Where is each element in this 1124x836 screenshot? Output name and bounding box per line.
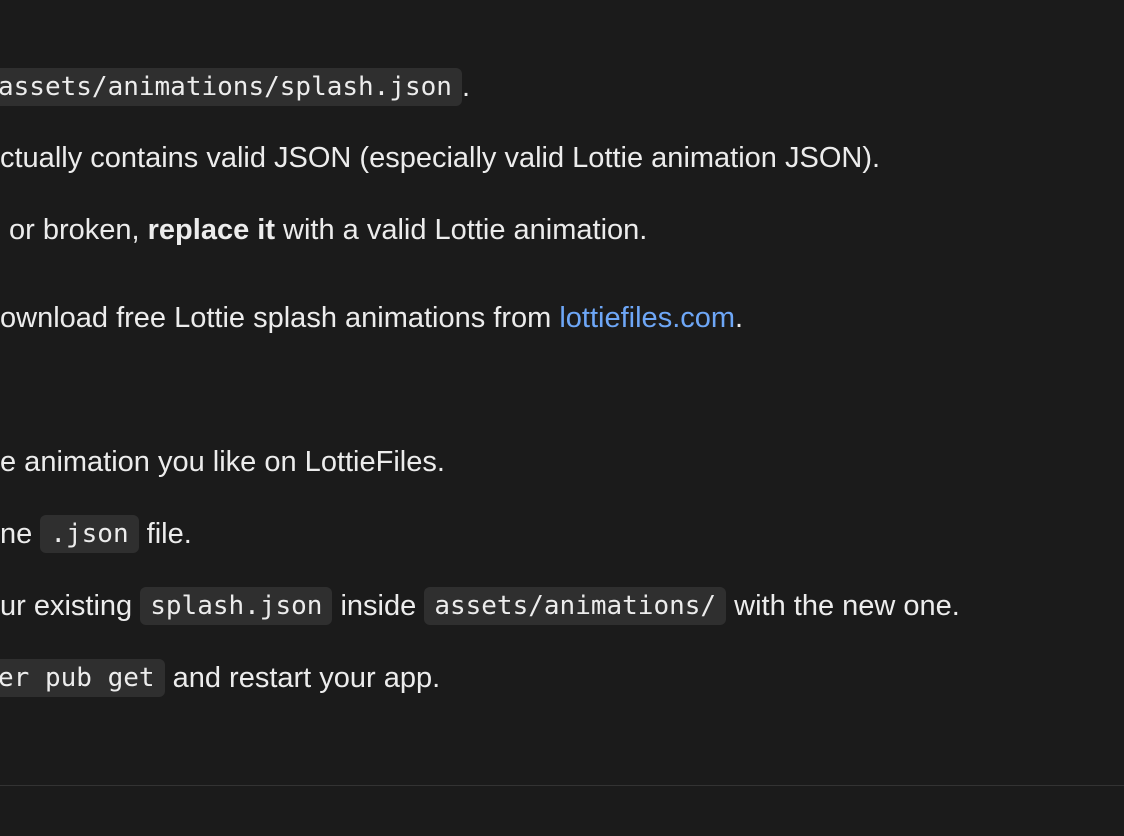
- download-line: ownload free Lottie splash animations fr…: [0, 296, 743, 340]
- divider: [0, 785, 1124, 786]
- step-find-animation-text: e animation you like on LottieFiles.: [0, 446, 445, 478]
- check-json-text: ctually contains valid JSON (especially …: [0, 142, 881, 174]
- replace-after-text: with a valid Lottie animation.: [274, 214, 648, 246]
- splash-json-code: splash.json: [140, 587, 333, 625]
- step-pub-get: er pub get and restart your app.: [0, 656, 440, 700]
- path-period: .: [461, 71, 471, 103]
- step-download-before: ne: [0, 518, 41, 550]
- animation-path-code: assets/animations/splash.json: [0, 68, 462, 106]
- json-extension-code: .json: [40, 515, 139, 553]
- step-replace-file: ur existing splash.json inside assets/an…: [0, 584, 960, 628]
- step-download-after: file.: [138, 518, 192, 550]
- step-replace-middle: inside: [332, 590, 425, 622]
- replace-bold-text: replace it: [147, 214, 275, 246]
- path-line: assets/animations/splash.json.: [0, 65, 470, 109]
- replace-before-text: or broken,: [9, 214, 148, 246]
- replace-line: or broken, replace it with a valid Lotti…: [9, 208, 647, 252]
- pub-get-code: er pub get: [0, 659, 165, 697]
- download-period: .: [735, 302, 744, 334]
- lottiefiles-link[interactable]: lottiefiles.com: [559, 296, 735, 340]
- step-download-json: ne .json file.: [0, 512, 192, 556]
- step-pub-get-after: and restart your app.: [164, 662, 441, 694]
- download-before-text: ownload free Lottie splash animations fr…: [0, 302, 560, 334]
- step-replace-after: with the new one.: [726, 590, 960, 622]
- check-json-line: ctually contains valid JSON (especially …: [0, 136, 880, 180]
- animations-folder-code: assets/animations/: [424, 587, 727, 625]
- step-replace-before: ur existing: [0, 590, 141, 622]
- step-find-animation: e animation you like on LottieFiles.: [0, 440, 445, 484]
